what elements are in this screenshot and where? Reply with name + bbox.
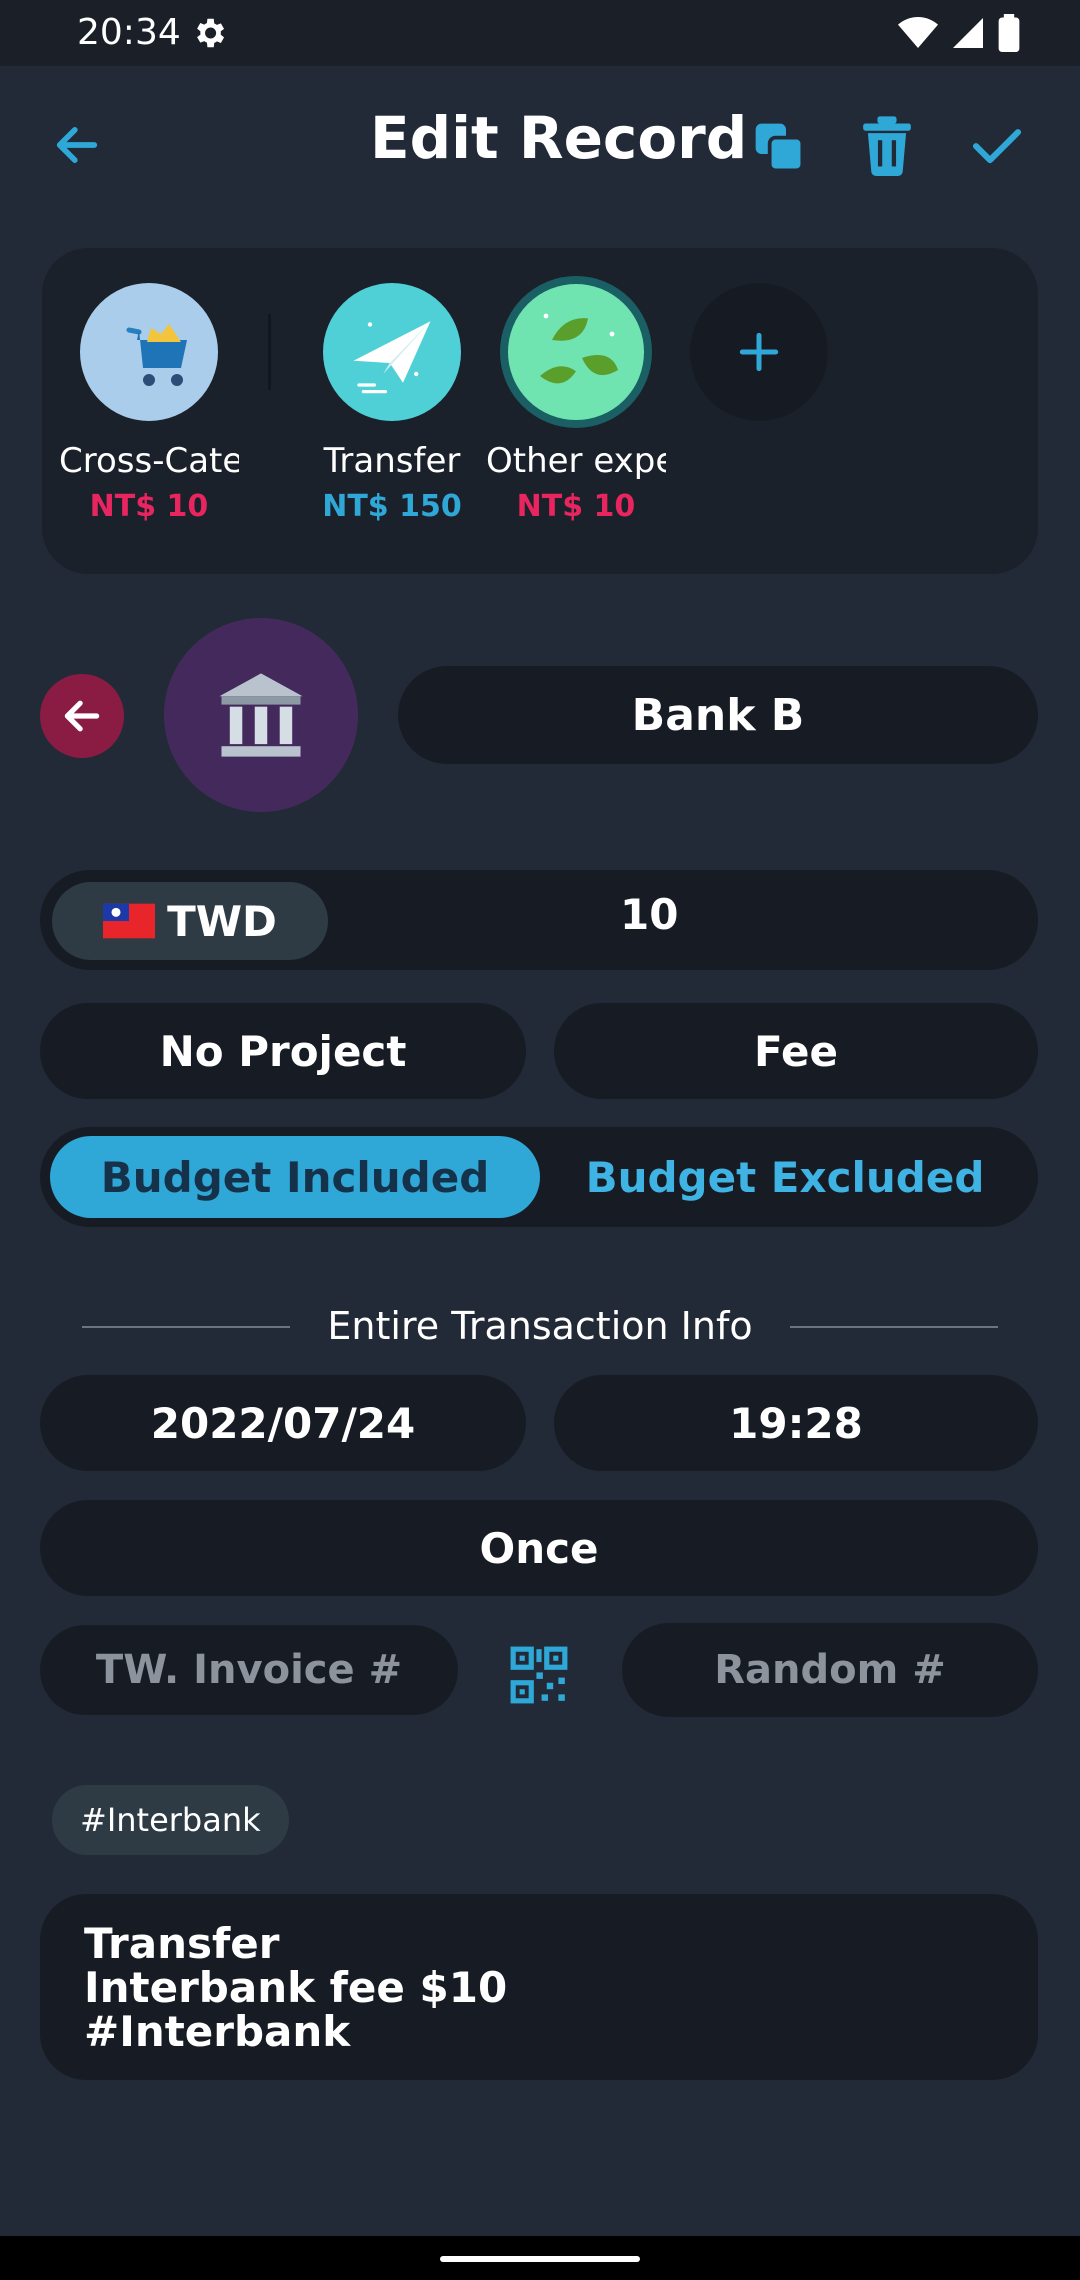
arrow-left-icon: [64, 700, 100, 732]
leaf-icon: [500, 276, 652, 428]
section-title: Entire Transaction Info: [327, 1304, 753, 1348]
time-picker[interactable]: 19:28: [554, 1375, 1038, 1471]
category-amount: NT$ 10: [516, 489, 636, 524]
save-button[interactable]: [962, 110, 1032, 180]
tag-chip[interactable]: #Interbank: [52, 1785, 289, 1855]
category-amount: NT$ 10: [89, 489, 209, 524]
subcategory-selector[interactable]: Fee: [554, 1003, 1038, 1099]
note-line: Transfer: [84, 1919, 280, 1968]
qr-code-icon: [510, 1646, 568, 1704]
currency-code: TWD: [167, 896, 277, 946]
budget-included-option[interactable]: Budget Included: [50, 1136, 540, 1218]
page-title: Edit Record: [370, 104, 748, 172]
note-line: Interbank fee $10: [84, 1963, 508, 2012]
plus-icon: [739, 332, 779, 372]
repeat-selector[interactable]: Once: [40, 1500, 1038, 1596]
copy-icon: [755, 123, 805, 173]
date-picker[interactable]: 2022/07/24: [40, 1375, 526, 1471]
account-selector[interactable]: Bank B: [398, 666, 1038, 764]
amount-input[interactable]: 10: [620, 890, 678, 939]
category-other-expenses[interactable]: Other expenses NT$ 10: [486, 276, 666, 524]
signal-icon: [953, 18, 983, 48]
project-selector[interactable]: No Project: [40, 1003, 526, 1099]
status-time: 20:34: [77, 12, 181, 53]
paper-plane-icon: [323, 283, 461, 421]
trash-icon: [863, 116, 911, 176]
battery-icon: [998, 14, 1020, 52]
category-divider: [268, 314, 271, 390]
note-line: #Interbank: [84, 2007, 351, 2056]
divider: [790, 1326, 998, 1328]
shopping-cart-icon: [80, 283, 218, 421]
bank-icon[interactable]: [164, 618, 358, 812]
category-name: Other expenses: [486, 441, 666, 481]
category-name: Transfer: [323, 441, 461, 481]
account-direction-button[interactable]: [40, 674, 124, 758]
invoice-number-field[interactable]: TW. Invoice #: [40, 1625, 458, 1715]
duplicate-button[interactable]: [744, 112, 814, 182]
category-amount: NT$ 150: [322, 489, 462, 524]
budget-excluded-option[interactable]: Budget Excluded: [540, 1136, 1030, 1218]
add-category-button[interactable]: [690, 283, 828, 421]
note-field[interactable]: Transfer Interbank fee $10 #Interbank: [40, 1894, 1038, 2080]
home-handle[interactable]: [440, 2256, 640, 2262]
currency-selector[interactable]: TWD: [52, 882, 328, 960]
qr-scan-button[interactable]: [504, 1640, 574, 1710]
check-icon: [972, 129, 1022, 164]
category-cross-category[interactable]: Cross-Category NT$ 10: [59, 283, 239, 524]
delete-button[interactable]: [852, 110, 922, 180]
back-button[interactable]: [44, 112, 110, 178]
random-number-field[interactable]: Random #: [622, 1623, 1038, 1717]
category-name: Cross-Category: [59, 441, 239, 481]
divider: [82, 1326, 290, 1328]
status-icons: [898, 14, 1020, 52]
taiwan-flag-icon: [103, 903, 156, 939]
category-transfer[interactable]: Transfer NT$ 150: [302, 283, 482, 524]
settings-status-icon: [190, 14, 228, 52]
arrow-left-icon: [56, 127, 98, 163]
wifi-icon: [898, 17, 938, 48]
